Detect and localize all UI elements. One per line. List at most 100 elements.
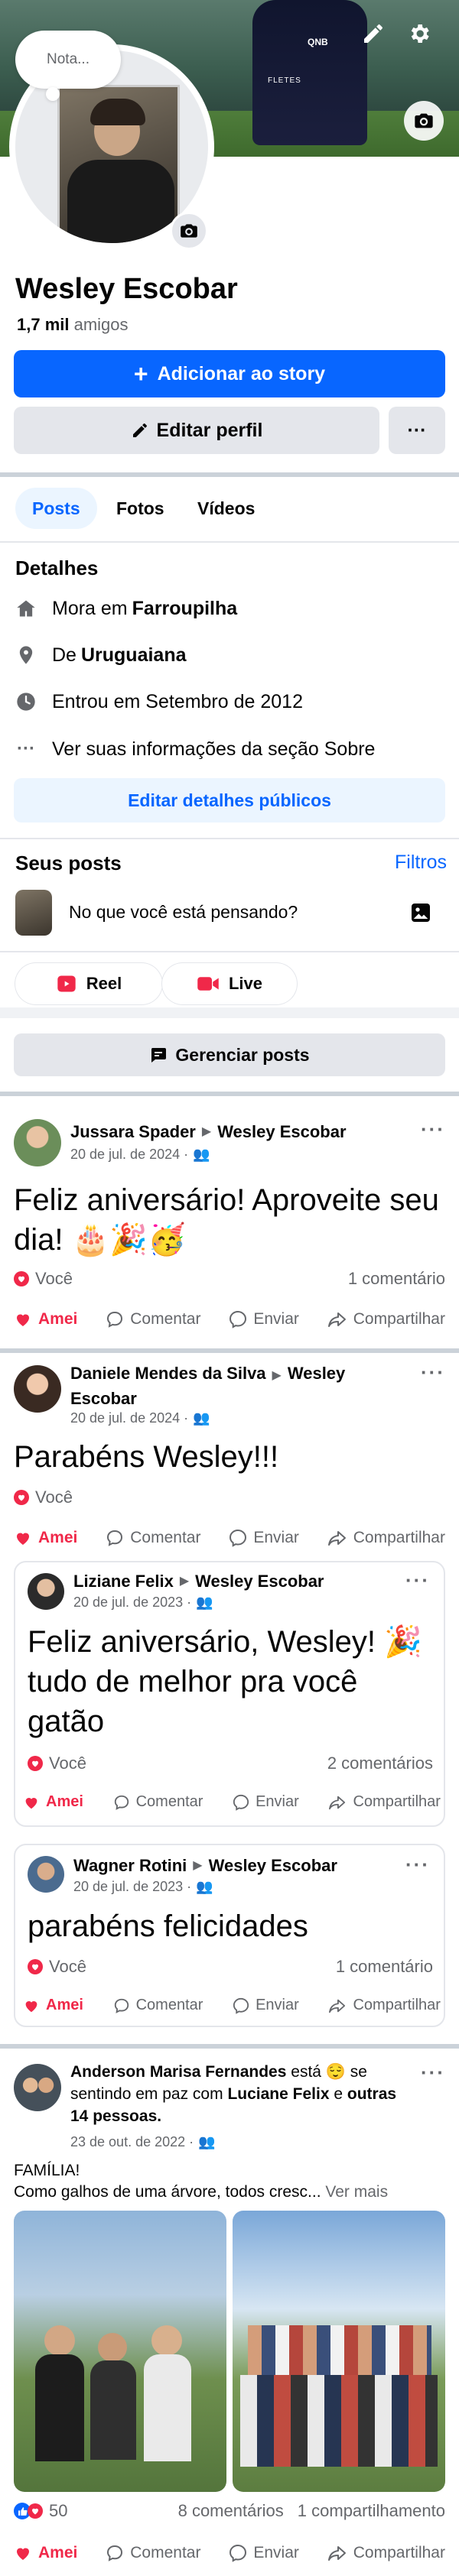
tagged-person[interactable]: Luciane Felix (227, 2085, 329, 2103)
detail-lives-city: Farroupilha (132, 597, 238, 619)
love-button[interactable]: Amei (23, 1997, 83, 2014)
send-label: Enviar (256, 1793, 299, 1810)
post-author-avatar[interactable] (14, 2064, 61, 2111)
add-story-button[interactable]: + Adicionar ao story (14, 350, 445, 397)
arrow-right-icon: ▶ (193, 1859, 203, 1872)
send-label: Enviar (256, 1997, 299, 2013)
post-target-name[interactable]: Wesley Escobar (217, 1121, 346, 1144)
friends-audience-icon: 👥 (193, 1410, 210, 1426)
pencil-icon (132, 423, 147, 437)
reaction-summary[interactable]: Você 2 comentários (28, 1754, 433, 1773)
post-options-icon[interactable]: ··· (405, 1853, 430, 1877)
detail-from: De Uruguaiana (14, 640, 187, 670)
filters-link[interactable]: Filtros (395, 852, 447, 874)
edit-pencil-icon[interactable] (353, 14, 393, 54)
post-date-text: 20 de jul. de 2024 · (70, 1147, 189, 1162)
cover-camera-icon[interactable] (404, 101, 444, 141)
avatar-camera-icon[interactable] (170, 212, 208, 250)
comment-button[interactable]: Comentar (113, 1997, 203, 2014)
tab-photos[interactable]: Fotos (99, 488, 181, 529)
arrow-right-icon: ▶ (201, 1125, 212, 1138)
love-button[interactable]: Amei (23, 1793, 83, 1811)
details-title: Detalhes (15, 556, 99, 579)
tab-posts[interactable]: Posts (15, 488, 97, 529)
see-more-link[interactable]: Ver mais (325, 2183, 388, 2201)
reactor-name: Você (35, 1269, 73, 1288)
edit-profile-button[interactable]: Editar perfil (14, 407, 379, 454)
comments-count[interactable]: 1 comentário (336, 1957, 433, 1977)
share-button[interactable]: Compartilhar (327, 1529, 445, 1547)
post-author-avatar[interactable] (14, 1119, 61, 1166)
love-button[interactable]: Amei (14, 2544, 77, 2562)
section-spacer (0, 1007, 459, 1018)
shares-count[interactable]: 1 compartilhamento (298, 2501, 445, 2521)
post-actions: Amei Comentar Enviar Compartilhar (14, 1310, 445, 1329)
post-options-icon[interactable]: ··· (421, 1361, 445, 1384)
post-photo[interactable] (14, 2211, 226, 2492)
reaction-summary[interactable]: Você 1 comentário (14, 1269, 445, 1289)
comment-button[interactable]: Comentar (113, 1793, 203, 1811)
post-date-text: 23 de out. de 2022 · (70, 2134, 194, 2149)
post-author-name[interactable]: Jussara Spader (70, 1121, 196, 1144)
share-button[interactable]: Compartilhar (328, 1997, 441, 2014)
post-author-name[interactable]: Anderson Marisa Fernandes (70, 2063, 286, 2081)
reaction-summary[interactable]: Você (14, 1488, 73, 1507)
post-photo[interactable] (233, 2211, 445, 2492)
post-date: 20 de jul. de 2023 · 👥 (73, 1879, 213, 1895)
post-author-avatar[interactable] (14, 1365, 61, 1413)
share-button[interactable]: Compartilhar (328, 1793, 441, 1811)
friends-audience-icon: 👥 (193, 1147, 210, 1162)
more-options-button[interactable]: ··· (389, 407, 445, 454)
post-target-name[interactable]: Wesley Escobar (209, 1854, 337, 1877)
send-button[interactable]: Enviar (233, 1793, 299, 1811)
note-bubble[interactable]: Nota... (15, 31, 121, 101)
send-button[interactable]: Enviar (229, 1529, 299, 1547)
comment-button[interactable]: Comentar (106, 1529, 200, 1547)
comment-label: Comentar (130, 1529, 201, 1546)
edit-public-details-button[interactable]: Editar detalhes públicos (14, 778, 445, 822)
friends-count[interactable]: 1,7 mil amigos (17, 315, 129, 335)
send-button[interactable]: Enviar (229, 2544, 299, 2562)
post-header: Anderson Marisa Fernandes está 😌 se sent… (70, 2061, 407, 2127)
see-about-text: Ver suas informações da seção Sobre (52, 738, 376, 760)
tab-videos[interactable]: Vídeos (181, 488, 272, 529)
friends-number: 1,7 mil (17, 315, 70, 334)
composer-input[interactable]: No que você está pensando? (69, 902, 298, 923)
comment-icon (107, 1311, 123, 1328)
post-author-avatar[interactable] (28, 1856, 64, 1893)
send-button[interactable]: Enviar (229, 1310, 299, 1329)
reel-button[interactable]: Reel (15, 963, 162, 1004)
comment-button[interactable]: Comentar (106, 2544, 200, 2562)
your-posts-title: Seus posts (15, 852, 122, 874)
comment-button[interactable]: Comentar (106, 1310, 200, 1329)
post-options-icon[interactable]: ··· (421, 1118, 445, 1141)
comments-count[interactable]: 8 comentários (178, 2501, 284, 2521)
manage-posts-button[interactable]: Gerenciar posts (14, 1033, 445, 1076)
reaction-summary[interactable]: 50 8 comentários 1 compartilhamento (14, 2501, 445, 2521)
live-button[interactable]: Live (162, 963, 297, 1004)
post-author-name[interactable]: Wagner Rotini (73, 1854, 187, 1877)
love-button[interactable]: Amei (14, 1529, 77, 1547)
post-options-icon[interactable]: ··· (421, 2061, 445, 2084)
comments-count[interactable]: 2 comentários (327, 1754, 433, 1773)
post-options-icon[interactable]: ··· (405, 1569, 430, 1592)
detail-see-about[interactable]: ··· Ver suas informações da seção Sobre (14, 734, 375, 764)
reaction-summary[interactable]: Você 1 comentário (28, 1957, 433, 1977)
share-button[interactable]: Compartilhar (327, 2544, 445, 2562)
comments-count[interactable]: 1 comentário (348, 1269, 445, 1289)
post-target-name[interactable]: Wesley Escobar (195, 1570, 324, 1593)
reactor-name: Você (35, 1488, 73, 1507)
share-button[interactable]: Compartilhar (327, 1310, 445, 1329)
love-button[interactable]: Amei (14, 1310, 77, 1329)
post-author-name[interactable]: Liziane Felix (73, 1570, 174, 1593)
post-text: Feliz aniversário, Wesley! 🎉tudo de melh… (28, 1625, 422, 1738)
section-divider (0, 1348, 459, 1353)
settings-icon[interactable] (399, 14, 439, 54)
send-label: Enviar (253, 1529, 299, 1546)
post-date: 20 de jul. de 2024 · 👥 (70, 1410, 210, 1426)
post-author-name[interactable]: Daniele Mendes da Silva (70, 1364, 266, 1383)
post-author-avatar[interactable] (28, 1573, 64, 1610)
love-label: Amei (46, 1793, 83, 1810)
send-button[interactable]: Enviar (233, 1997, 299, 2014)
photo-icon[interactable] (409, 900, 433, 925)
